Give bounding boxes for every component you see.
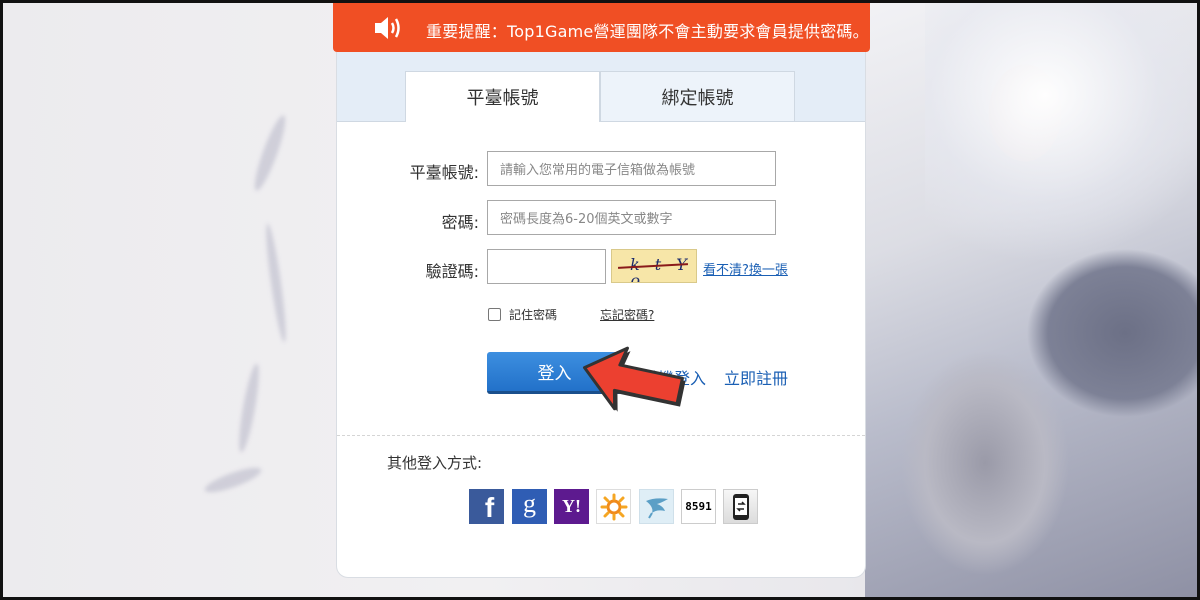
password-label: 密碼: <box>441 213 479 232</box>
8591-icon: 8591 <box>685 500 712 513</box>
sun-icon <box>600 493 627 520</box>
phone-icon <box>732 493 749 520</box>
google-icon: g <box>523 489 536 518</box>
account-input[interactable]: 請輸入您常用的電子信箱做為帳號 <box>487 151 776 186</box>
facebook-icon: f <box>484 492 495 523</box>
yahoo-login-button[interactable]: Y! <box>554 489 589 524</box>
notice-text: 重要提醒：Top1Game營運團隊不會主動要求會員提供密碼。 <box>426 22 869 41</box>
captcha-image-text: k t Y 9 <box>630 255 687 282</box>
captcha-image[interactable]: k t Y 9 <box>611 249 697 283</box>
tab-linked-account[interactable]: 綁定帳號 <box>600 71 795 121</box>
account-label: 平臺帳號: <box>409 163 479 182</box>
login-button-label: 登入 <box>537 364 572 384</box>
speaker-icon <box>375 17 400 39</box>
password-placeholder: 密碼長度為6-20個英文或數字 <box>500 212 673 227</box>
password-input[interactable]: 密碼長度為6-20個英文或數字 <box>487 200 776 235</box>
background-decoration <box>202 463 264 497</box>
remember-password-label: 記住密碼 <box>509 308 558 322</box>
tab-bar: 平臺帳號 綁定帳號 <box>337 52 865 122</box>
facebook-login-button[interactable]: f <box>469 489 504 524</box>
refresh-captcha-link[interactable]: 看不清?換一張 <box>703 259 788 278</box>
yahoo-icon: Y! <box>562 496 581 516</box>
character-artwork <box>865 3 1197 597</box>
background-decoration <box>235 362 263 454</box>
account-placeholder: 請輸入您常用的電子信箱做為帳號 <box>500 163 696 178</box>
register-link[interactable]: 立即註冊 <box>724 365 788 389</box>
forgot-password-link[interactable]: 忘記密碼? <box>600 306 654 323</box>
tab-platform-account[interactable]: 平臺帳號 <box>405 71 600 122</box>
bird-provider-login-button[interactable] <box>639 489 674 524</box>
background-decoration <box>249 113 291 193</box>
google-login-button[interactable]: g <box>512 489 547 524</box>
pointer-arrow-icon <box>583 346 686 412</box>
remember-password-checkbox[interactable] <box>488 308 501 321</box>
other-login-label: 其他登入方式: <box>387 454 483 472</box>
phone-login-button[interactable] <box>723 489 758 524</box>
captcha-input[interactable] <box>487 249 606 284</box>
background-decoration <box>262 222 290 344</box>
8591-login-button[interactable]: 8591 <box>681 489 716 524</box>
login-panel: 平臺帳號 綁定帳號 平臺帳號: 請輸入您常用的電子信箱做為帳號 密碼: 密碼長度… <box>336 52 866 578</box>
bird-icon <box>645 497 668 519</box>
sun-provider-login-button[interactable] <box>596 489 631 524</box>
section-divider <box>337 435 865 436</box>
captcha-label: 驗證碼: <box>425 262 479 281</box>
notice-banner: 重要提醒：Top1Game營運團隊不會主動要求會員提供密碼。 <box>333 3 870 52</box>
